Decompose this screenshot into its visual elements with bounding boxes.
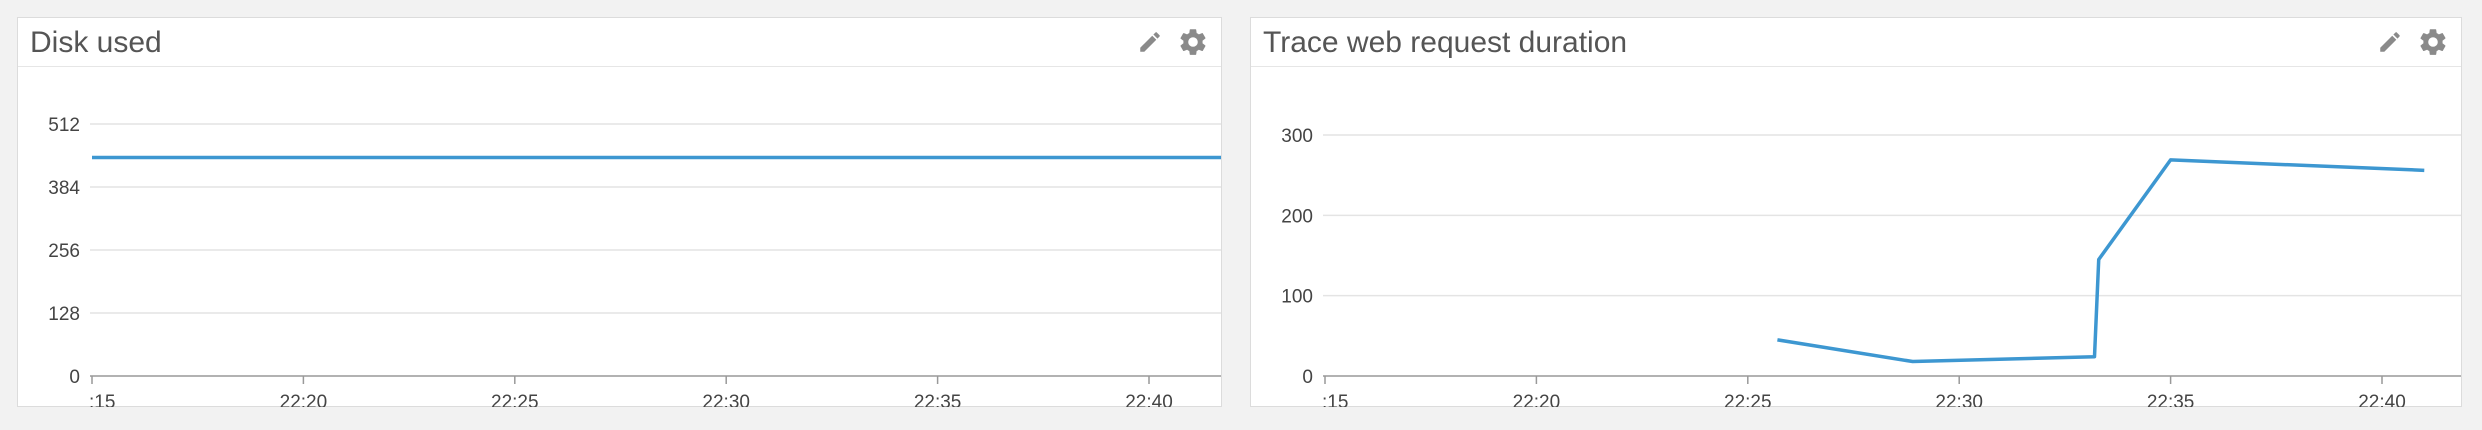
panel-header: Disk used (18, 18, 1221, 67)
trace-duration-panel: Trace web request duration 0 100 200 300 :15… (1250, 17, 2462, 407)
y-tick-label: 100 (1281, 287, 1313, 308)
x-tick-label: :15 (89, 392, 115, 407)
y-tick-label: 200 (1281, 206, 1313, 227)
series-line (1777, 158, 2425, 364)
pencil-icon[interactable] (1137, 29, 1163, 60)
x-tick-label: 22:40 (2358, 392, 2406, 407)
x-tick-label: 22:20 (1513, 392, 1561, 407)
x-tick-label: 22:40 (1125, 392, 1173, 407)
panel-title: Trace web request duration (1263, 26, 1628, 59)
gear-icon[interactable] (1177, 26, 1209, 63)
trace-duration-chart: 0 100 200 300 :15 22:20 22:25 22:30 22:35 22:40 (1281, 126, 2461, 407)
disk-used-panel: Disk used 0 128 256 384 512 :15 22:20 22:25 22:3… (17, 17, 1222, 407)
panel-title: Disk used (30, 26, 162, 59)
gear-icon[interactable] (2417, 26, 2449, 63)
x-tick-label: 22:30 (702, 392, 750, 407)
disk-used-chart: 0 128 256 384 512 :15 22:20 22:25 22:30 22:35 22:4… (48, 115, 1221, 407)
pencil-icon[interactable] (2377, 29, 2403, 60)
y-tick-label: 0 (1302, 367, 1313, 388)
x-tick-label: 22:30 (1935, 392, 1983, 407)
y-tick-label: 256 (48, 241, 80, 262)
y-tick-label: 512 (48, 115, 80, 136)
panel-actions (2377, 26, 2449, 63)
y-tick-label: 0 (69, 367, 80, 388)
y-tick-label: 384 (48, 178, 80, 199)
x-tick-label: 22:35 (914, 392, 962, 407)
x-tick-label: 22:25 (491, 392, 539, 407)
x-tick-label: 22:20 (280, 392, 328, 407)
panel-header: Trace web request duration (1251, 18, 2461, 67)
x-tick-label: :15 (1322, 392, 1348, 407)
x-tick-label: 22:35 (2147, 392, 2195, 407)
y-tick-label: 300 (1281, 126, 1313, 147)
y-tick-label: 128 (48, 304, 80, 325)
x-tick-label: 22:25 (1724, 392, 1772, 407)
panel-actions (1137, 26, 1209, 63)
